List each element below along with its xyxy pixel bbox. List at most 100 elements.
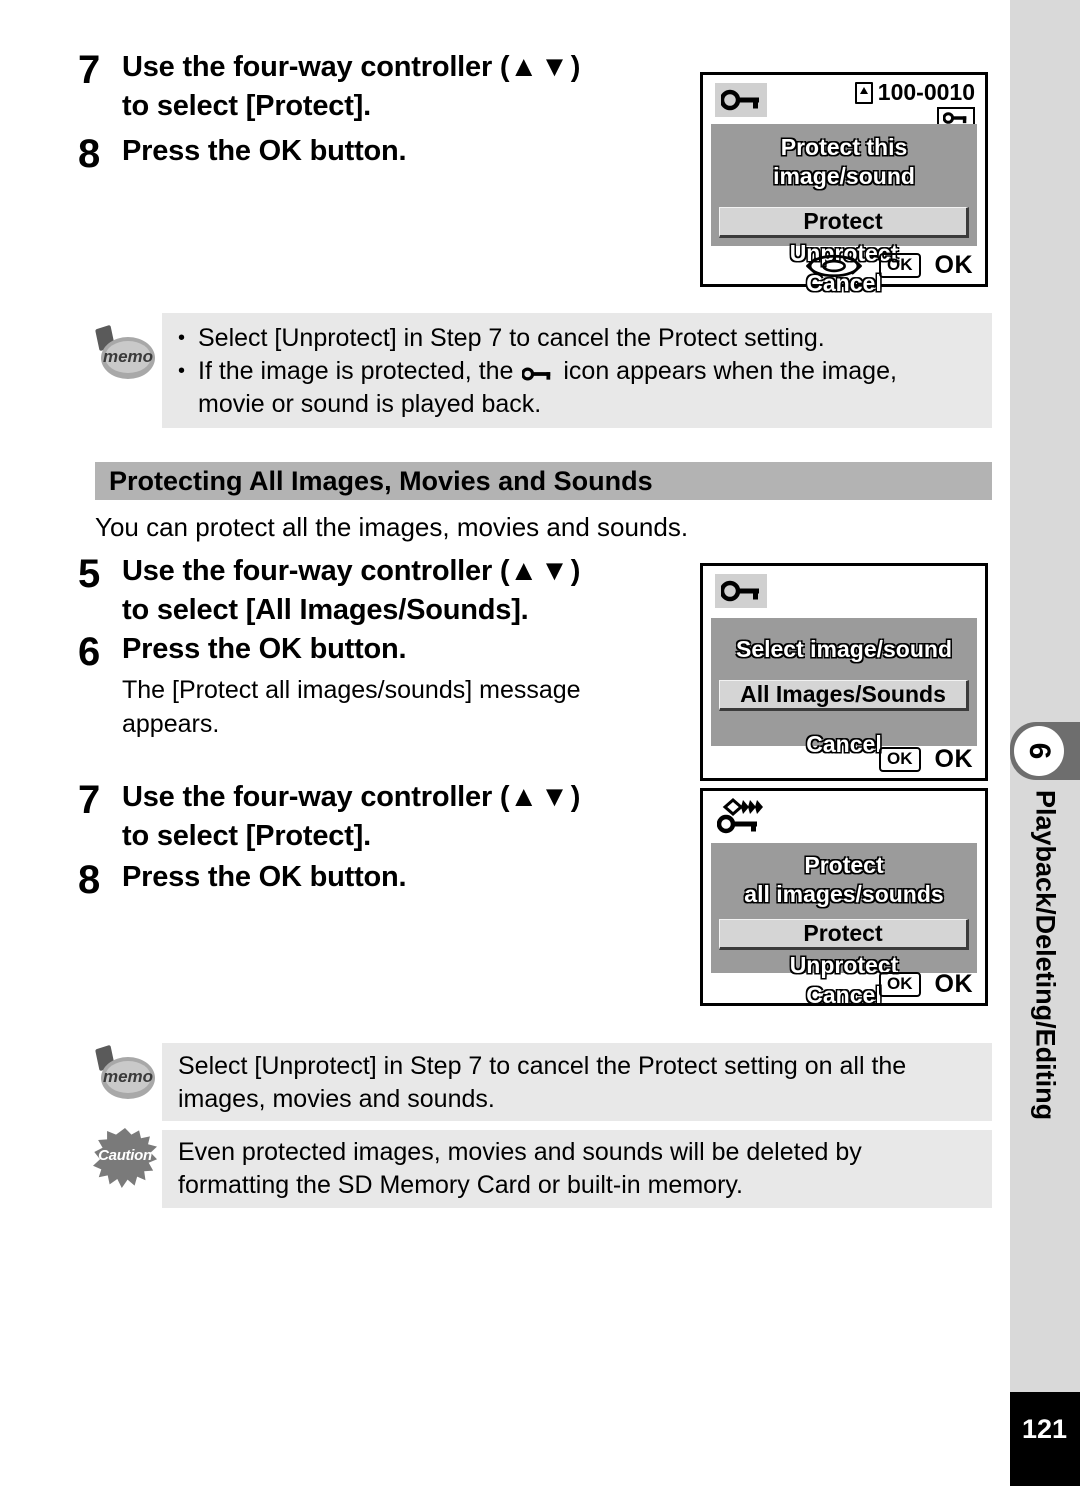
step-7-top: 7 Use the four-way controller (▲▼) to se… — [60, 48, 680, 126]
memo-bullet-2-body: If the image is protected, the icon appe… — [198, 355, 897, 421]
step-title-line2: to select [All Images/Sounds]. — [122, 594, 529, 626]
memo-icon-label: memo — [103, 341, 153, 373]
lcd-option-all-images-sounds[interactable]: All Images/Sounds — [719, 680, 969, 711]
chapter-number: 6 — [1014, 726, 1064, 776]
four-way-arrows-icon: ▲▼ — [509, 555, 571, 587]
file-number: 100-0010 — [877, 79, 975, 105]
memo-bullet-1-text: Select [Unprotect] in Step 7 to cancel t… — [198, 324, 825, 352]
memo-bottom-text: Select [Unprotect] in Step 7 to cancel t… — [178, 1050, 978, 1116]
step-number: 7 — [78, 778, 101, 822]
chapter-title-text: Playback/Deleting/Editing — [1030, 790, 1061, 1121]
lcd-header: 100-0010 — [703, 75, 985, 129]
lcd-footer: OK OK — [703, 970, 973, 999]
lcd-message: Protect this image/sound — [773, 134, 915, 189]
memo-icon: memo — [95, 324, 155, 383]
step-title: Use the four-way controller (▲▼) — [122, 48, 680, 87]
step-6-description: The [Protect all images/sounds] message … — [122, 673, 680, 741]
ok-label: OK — [934, 970, 973, 998]
key-icon — [715, 574, 767, 608]
memo-bottom-line2: images, movies and sounds. — [178, 1085, 495, 1113]
step-title-line1: Use the four-way controller ( — [122, 781, 510, 813]
caution-icon: Caution — [93, 1128, 157, 1188]
lcd-message: Select image/sound — [735, 636, 952, 662]
lcd-screen-protect-single: 100-0010 Protect this image/sound Protec… — [700, 72, 988, 296]
step-body: Press the OK button. — [122, 858, 680, 897]
memo-bottom-line1: Select [Unprotect] in Step 7 to cancel t… — [178, 1052, 907, 1080]
section-intro-text: You can protect all the images, movies a… — [95, 512, 689, 542]
step-5: 5 Use the four-way controller (▲▼) to se… — [60, 552, 680, 630]
step-title: Press the OK button. — [122, 135, 407, 167]
step-title: Use the four-way controller (▲▼) — [122, 552, 680, 591]
memo-bullet-2-part1: If the image is protected, the — [198, 357, 514, 385]
lcd-footer: OK OK — [703, 251, 973, 280]
memory-card-icon — [854, 81, 873, 104]
step-title: Press the OK button. — [122, 633, 407, 665]
lcd-message-line2: all images/sounds — [744, 881, 944, 907]
four-way-controller-icon — [806, 254, 862, 277]
caution-line2: formatting the SD Memory Card or built-i… — [178, 1171, 743, 1199]
key-all-images-icon — [715, 798, 767, 834]
file-number-group: 100-0010 — [854, 79, 975, 106]
step-6-desc-line2: appears. — [122, 710, 220, 738]
ok-button-badge: OK — [879, 972, 921, 997]
step-8-bottom: 8 Press the OK button. — [60, 858, 680, 902]
memo-icon: memo — [95, 1044, 155, 1103]
chapter-title: Playback/Deleting/Editing — [1010, 790, 1080, 1130]
ok-button-badge: OK — [879, 253, 921, 278]
step-6-desc-line1: The [Protect all images/sounds] message — [122, 676, 581, 704]
step-title: Press the OK button. — [122, 861, 407, 893]
step-body: Use the four-way controller (▲▼) to sele… — [122, 778, 680, 856]
section-heading-band: Protecting All Images, Movies and Sounds — [95, 462, 992, 500]
step-title-paren: ) — [570, 51, 581, 83]
step-title-line2: to select [Protect]. — [122, 820, 371, 852]
key-icon-glyph — [721, 580, 759, 602]
memo-icon-label: memo — [103, 1061, 153, 1093]
bullet-icon: • — [178, 360, 186, 382]
four-way-arrows-icon: ▲▼ — [509, 781, 571, 813]
step-body: Press the OK button. The [Protect all im… — [122, 630, 680, 741]
lcd-screen-protect-all: Protect all images/sounds Protect Unprot… — [700, 788, 988, 1008]
page-number: 121 — [1010, 1392, 1080, 1486]
ok-button-badge: OK — [879, 747, 921, 772]
step-body: Use the four-way controller (▲▼) to sele… — [122, 552, 680, 630]
lcd-header — [703, 791, 985, 837]
lcd-panel: Protect this image/sound Protect Unprote… — [711, 124, 977, 296]
step-title: Use the four-way controller (▲▼) — [122, 778, 680, 817]
step-title-line1: Use the four-way controller ( — [122, 555, 510, 587]
lcd-screen-select-image-sound: Select image/sound All Images/Sounds Can… — [700, 563, 988, 781]
step-6: 6 Press the OK button. The [Protect all … — [60, 630, 680, 741]
step-body: Press the OK button. — [122, 132, 680, 171]
key-icon — [715, 83, 767, 117]
memo-bullet-2-part2: icon appears when the image, — [563, 357, 897, 385]
step-title-paren: ) — [570, 781, 581, 813]
lcd-option-protect[interactable]: Protect — [719, 919, 969, 950]
memo-bullet-2-part3: movie or sound is played back. — [198, 390, 542, 418]
caution-line1: Even protected images, movies and sounds… — [178, 1138, 862, 1166]
four-way-arrows-icon: ▲▼ — [509, 51, 571, 83]
memo-top-text: • Select [Unprotect] in Step 7 to cancel… — [178, 322, 978, 421]
key-all-images-icon-glyph — [717, 798, 763, 834]
step-number: 5 — [78, 552, 101, 596]
step-title-line2: to select [Protect]. — [122, 90, 371, 122]
key-icon-glyph — [721, 89, 759, 111]
step-title-line1: Use the four-way controller ( — [122, 51, 510, 83]
lcd-panel: Select image/sound All Images/Sounds Can… — [711, 618, 977, 757]
ok-label: OK — [934, 745, 973, 773]
step-body: Use the four-way controller (▲▼) to sele… — [122, 48, 680, 126]
key-badge-glyph — [943, 112, 967, 124]
step-title-paren: ) — [570, 555, 581, 587]
memo-bullet-2: • If the image is protected, the icon ap… — [178, 355, 978, 421]
key-icon — [522, 367, 551, 381]
memo-bullet-1: • Select [Unprotect] in Step 7 to cancel… — [178, 322, 978, 355]
step-8-top: 8 Press the OK button. — [60, 132, 680, 176]
caution-text: Even protected images, movies and sounds… — [178, 1136, 978, 1202]
bullet-icon: • — [178, 327, 186, 349]
step-number: 6 — [78, 630, 101, 674]
step-number: 7 — [78, 48, 101, 92]
lcd-message-line1: Protect — [804, 852, 884, 878]
section-heading-text: Protecting All Images, Movies and Sounds — [109, 465, 653, 496]
step-number: 8 — [78, 132, 101, 176]
lcd-header — [703, 566, 985, 612]
lcd-option-protect[interactable]: Protect — [719, 207, 969, 238]
manual-page: 6 Playback/Deleting/Editing 121 7 Use th… — [0, 0, 1080, 1486]
